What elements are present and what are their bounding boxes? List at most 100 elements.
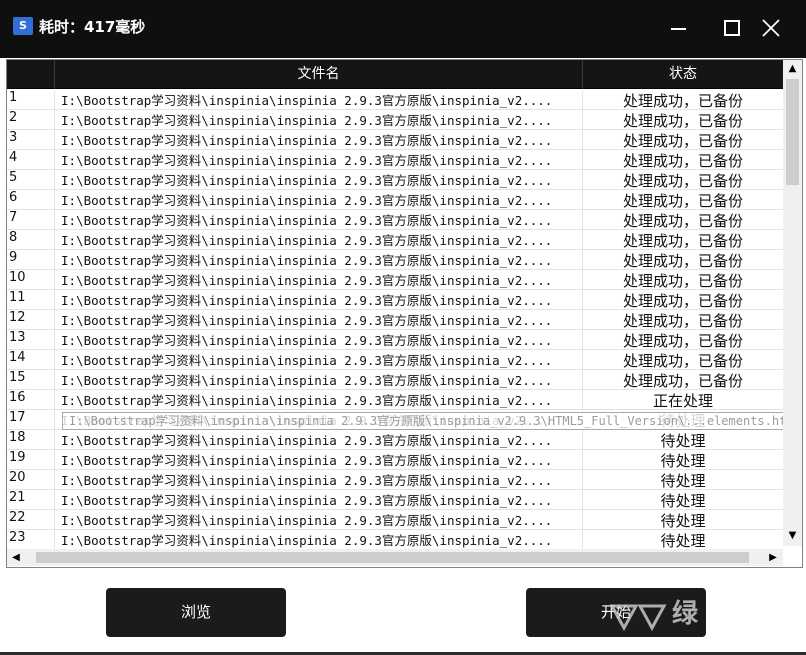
filename-tooltip: I:\Bootstrap学习资料\inspinia\inspinia 2.9.3… <box>62 412 783 430</box>
table-row[interactable]: 3 I:\Bootstrap学习资料\inspinia\inspinia 2.9.… <box>7 130 783 150</box>
cell-status: 处理成功，已备份 <box>622 272 743 290</box>
table-row[interactable]: 20 I:\Bootstrap学习资料\inspinia\inspinia 2.9… <box>7 470 783 490</box>
cell-status: 处理成功，已备份 <box>622 192 743 210</box>
scroll-up-icon[interactable]: ▲ <box>783 60 802 78</box>
horizontal-scroll-thumb[interactable] <box>36 552 749 563</box>
watermark-text: 绿 <box>672 599 699 629</box>
cell-index: 2 <box>7 110 55 130</box>
cell-index: 1 <box>7 90 55 110</box>
table-row[interactable]: 8 I:\Bootstrap学习资料\inspinia\inspinia 2.9.… <box>7 230 783 250</box>
table-row[interactable]: 5 I:\Bootstrap学习资料\inspinia\inspinia 2.9.… <box>7 170 783 190</box>
close-button[interactable] <box>748 10 794 46</box>
table-row[interactable]: 11 I:\Bootstrap学习资料\inspinia\inspinia 2.9… <box>7 290 783 310</box>
cell-filename: I:\Bootstrap学习资料\inspinia\inspinia 2.9.3… <box>55 210 583 230</box>
table-row[interactable]: 19 I:\Bootstrap学习资料\inspinia\inspinia 2.9… <box>7 450 783 470</box>
browse-button[interactable]: 浏览 <box>106 588 286 637</box>
cell-status: 待处理 <box>660 512 706 530</box>
cell-status: 处理成功，已备份 <box>622 252 743 270</box>
cell-index: 15 <box>7 370 55 390</box>
cell-status: 待处理 <box>660 452 706 470</box>
cell-status: 处理成功，已备份 <box>622 172 743 190</box>
cell-filename: I:\Bootstrap学习资料\inspinia\inspinia 2.9.3… <box>55 150 583 170</box>
table-row[interactable]: 13 I:\Bootstrap学习资料\inspinia\inspinia 2.9… <box>7 330 783 350</box>
table-row[interactable]: 23 I:\Bootstrap学习资料\inspinia\inspinia 2.9… <box>7 530 783 550</box>
table-row[interactable]: 12 I:\Bootstrap学习资料\inspinia\inspinia 2.9… <box>7 310 783 330</box>
title-bar: S 耗时：417毫秒 <box>0 0 806 58</box>
cell-index: 11 <box>7 290 55 310</box>
table-row[interactable]: 4 I:\Bootstrap学习资料\inspinia\inspinia 2.9.… <box>7 150 783 170</box>
window-title: 耗时：417毫秒 <box>39 18 146 36</box>
horizontal-scrollbar[interactable]: ◀ ▶ <box>7 549 783 566</box>
cell-filename: I:\Bootstrap学习资料\inspinia\inspinia 2.9.3… <box>55 270 583 290</box>
cell-index: 9 <box>7 250 55 270</box>
cell-index: 4 <box>7 150 55 170</box>
cell-status: 待处理 <box>660 432 706 450</box>
table-row[interactable]: 14 I:\Bootstrap学习资料\inspinia\inspinia 2.9… <box>7 350 783 370</box>
cell-index: 20 <box>7 470 55 490</box>
cell-index: 7 <box>7 210 55 230</box>
vertical-scroll-thumb[interactable] <box>786 79 799 185</box>
cell-filename: I:\Bootstrap学习资料\inspinia\inspinia 2.9.3… <box>55 290 583 310</box>
cell-index: 16 <box>7 390 55 410</box>
cell-status: 处理成功，已备份 <box>622 312 743 330</box>
vertical-scrollbar[interactable]: ▲ ▼ <box>783 60 802 546</box>
cell-index: 5 <box>7 170 55 190</box>
column-header-status[interactable]: 状态 <box>583 60 783 89</box>
maximize-icon <box>724 20 740 36</box>
table-row[interactable]: 6 I:\Bootstrap学习资料\inspinia\inspinia 2.9.… <box>7 190 783 210</box>
cell-status: 处理成功，已备份 <box>622 112 743 130</box>
table-row[interactable]: 2 I:\Bootstrap学习资料\inspinia\inspinia 2.9.… <box>7 110 783 130</box>
app-icon: S <box>13 17 33 35</box>
cell-status: 处理成功，已备份 <box>622 332 743 350</box>
cell-filename: I:\Bootstrap学习资料\inspinia\inspinia 2.9.3… <box>55 310 583 330</box>
cell-filename: I:\Bootstrap学习资料\inspinia\inspinia 2.9.3… <box>55 90 583 110</box>
minimize-icon <box>671 28 686 30</box>
cell-index: 17 <box>7 410 55 430</box>
table-row[interactable]: 22 I:\Bootstrap学习资料\inspinia\inspinia 2.9… <box>7 510 783 530</box>
table-row[interactable]: 16 I:\Bootstrap学习资料\inspinia\inspinia 2.9… <box>7 390 783 410</box>
column-header-filename[interactable]: 文件名 <box>55 60 583 89</box>
cell-filename: I:\Bootstrap学习资料\inspinia\inspinia 2.9.3… <box>55 130 583 150</box>
cell-status: 处理成功，已备份 <box>622 352 743 370</box>
cell-index: 19 <box>7 450 55 470</box>
cell-filename: I:\Bootstrap学习资料\inspinia\inspinia 2.9.3… <box>55 530 583 550</box>
cell-status: 处理成功，已备份 <box>622 132 743 150</box>
cell-filename: I:\Bootstrap学习资料\inspinia\inspinia 2.9.3… <box>55 350 583 370</box>
grid-rows: 1 I:\Bootstrap学习资料\inspinia\inspinia 2.9.… <box>7 90 783 550</box>
table-row[interactable]: 7 I:\Bootstrap学习资料\inspinia\inspinia 2.9.… <box>7 210 783 230</box>
scroll-left-icon[interactable]: ◀ <box>9 549 23 566</box>
cell-status: 待处理 <box>660 472 706 490</box>
scroll-right-icon[interactable]: ▶ <box>765 549 781 566</box>
table-row[interactable]: 15 I:\Bootstrap学习资料\inspinia\inspinia 2.9… <box>7 370 783 390</box>
cell-index: 3 <box>7 130 55 150</box>
table-row[interactable]: 1 I:\Bootstrap学习资料\inspinia\inspinia 2.9.… <box>7 90 783 110</box>
cell-filename: I:\Bootstrap学习资料\inspinia\inspinia 2.9.3… <box>55 510 583 530</box>
cell-index: 12 <box>7 310 55 330</box>
file-grid: 文件名 状态 1 I:\Bootstrap学习资料\inspinia\inspin… <box>7 60 783 550</box>
table-row[interactable]: 21 I:\Bootstrap学习资料\inspinia\inspinia 2.9… <box>7 490 783 510</box>
table-row[interactable]: 10 I:\Bootstrap学习资料\inspinia\inspinia 2.9… <box>7 270 783 290</box>
cell-filename: I:\Bootstrap学习资料\inspinia\inspinia 2.9.3… <box>55 170 583 190</box>
cell-filename: I:\Bootstrap学习资料\inspinia\inspinia 2.9.3… <box>55 330 583 350</box>
column-header-index[interactable] <box>7 60 55 89</box>
table-row[interactable]: 9 I:\Bootstrap学习资料\inspinia\inspinia 2.9.… <box>7 250 783 270</box>
cell-index: 10 <box>7 270 55 290</box>
cell-index: 13 <box>7 330 55 350</box>
cell-index: 22 <box>7 510 55 530</box>
cell-status: 处理成功，已备份 <box>622 212 743 230</box>
cell-filename: I:\Bootstrap学习资料\inspinia\inspinia 2.9.3… <box>55 190 583 210</box>
cell-filename: I:\Bootstrap学习资料\inspinia\inspinia 2.9.3… <box>55 230 583 250</box>
cell-status: 处理成功，已备份 <box>622 232 743 250</box>
table-row[interactable]: 18 I:\Bootstrap学习资料\inspinia\inspinia 2.9… <box>7 430 783 450</box>
minimize-button[interactable] <box>655 10 701 46</box>
cell-status: 处理成功，已备份 <box>622 152 743 170</box>
cell-index: 18 <box>7 430 55 450</box>
close-icon <box>762 19 780 37</box>
cell-filename: I:\Bootstrap学习资料\inspinia\inspinia 2.9.3… <box>55 430 583 450</box>
cell-index: 6 <box>7 190 55 210</box>
cell-index: 8 <box>7 230 55 250</box>
scroll-down-icon[interactable]: ▼ <box>783 527 802 545</box>
cell-filename: I:\Bootstrap学习资料\inspinia\inspinia 2.9.3… <box>55 110 583 130</box>
cell-status: 待处理 <box>660 532 706 550</box>
cell-status: 正在处理 <box>652 392 713 410</box>
